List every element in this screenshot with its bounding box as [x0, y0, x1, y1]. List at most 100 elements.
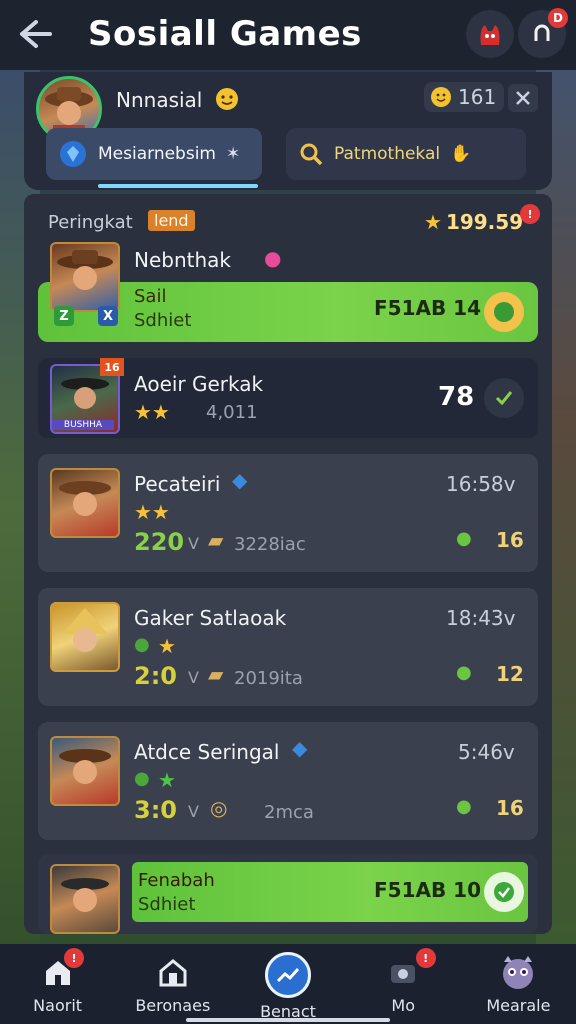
tab-mesiarnebsim[interactable]: Mesiarnebsim ✶: [46, 128, 262, 180]
player-points: 220: [134, 528, 185, 556]
bottom-navigation: ! Naorit Beronaes Benact ! Mo Mearale: [0, 944, 576, 1024]
leaderboard-row[interactable]: 16 BUSHHA Aoeir Gerkak ★★ 4,011 78: [38, 358, 538, 438]
match-count: 16: [496, 528, 524, 552]
nav-label: Mo: [391, 996, 415, 1015]
match-time: 18:43v: [446, 606, 516, 630]
rank-label: Peringkat: [48, 212, 133, 233]
avatar-corner-badge: 16: [100, 358, 124, 376]
coin-count-value: 161: [458, 85, 497, 109]
nav-item-naorit[interactable]: ! Naorit: [0, 944, 115, 1024]
player-tag: Sail: [134, 286, 167, 307]
hand-icon: ✋: [450, 144, 472, 164]
profile-name: Nnnasial: [116, 88, 203, 112]
blue-check-icon: ◆: [232, 468, 248, 492]
green-dot-icon: ●: [456, 796, 472, 817]
player-stars: ★: [158, 768, 176, 792]
player-rating: 4,011: [206, 402, 258, 423]
clover-button[interactable]: [484, 292, 524, 332]
monster-avatar-icon: [498, 952, 538, 992]
rank-tag: lend: [148, 210, 195, 231]
leaderboard-row[interactable]: Fenabah Sdhiet F51AB 10: [38, 854, 538, 934]
player-name: Pecateiri: [134, 472, 221, 496]
green-dot-icon: ●: [456, 662, 472, 683]
player-avatar: [50, 242, 120, 312]
tab-label: Patmothekal: [334, 144, 441, 164]
search-icon: [300, 143, 323, 166]
notification-badge: D: [548, 8, 568, 28]
refresh-button[interactable]: [484, 872, 524, 912]
player-avatar: [50, 602, 120, 672]
player-stars: ★: [158, 634, 176, 658]
green-dot-icon: ●: [456, 528, 472, 549]
tab-label: Mesiarnebsim: [98, 144, 216, 164]
nav-badge: !: [64, 948, 84, 968]
green-coin-icon: ●: [134, 634, 150, 655]
accept-button[interactable]: [484, 378, 524, 418]
score-badge: !: [520, 204, 540, 224]
nav-item-benact[interactable]: Benact: [230, 944, 345, 1024]
versus-label: V: [188, 802, 199, 821]
gold-star-icon: ★: [424, 210, 442, 234]
player-meta: 3228iac: [234, 534, 306, 555]
player-score: 78: [438, 382, 475, 412]
refresh-icon: [494, 882, 514, 902]
leaderboard-row[interactable]: Atdce Seringal ◆ ● ★ 3:0 V ◎ 2mca 5:46v …: [38, 722, 538, 840]
player-avatar: [50, 468, 120, 538]
player-subtag: Sdhiet: [138, 894, 196, 915]
player-name: Fenabah: [138, 870, 215, 891]
ticket-icon: ▰: [208, 528, 224, 552]
player-name: Aoeir Gerkak: [134, 372, 264, 396]
red-mascot-icon: [480, 25, 500, 45]
nav-label: Beronaes: [135, 996, 211, 1015]
top-bar: Sosiall Games D: [0, 0, 576, 70]
nav-badge: !: [415, 948, 436, 968]
leaderboard-row[interactable]: Z X Nebnthak ● Sail Sdhiet F51AB 14: [38, 238, 538, 342]
nav-item-beronaes[interactable]: Beronaes: [115, 944, 230, 1024]
player-name: Gaker Satlaoak: [134, 606, 287, 630]
match-count: 16: [496, 796, 524, 820]
back-arrow-icon[interactable]: [14, 16, 54, 52]
versus-label: V: [188, 668, 199, 687]
player-meta: 2019ita: [234, 668, 303, 689]
leaderboard-row[interactable]: Pecateiri ◆ ★★ 220 V ▰ 3228iac 16:58v ● …: [38, 454, 538, 572]
green-coin-icon: ●: [134, 768, 150, 789]
player-stars: ★★: [134, 500, 170, 524]
player-meta: 2mca: [264, 802, 314, 823]
tab-patmothekal[interactable]: Patmothekal ✋: [286, 128, 526, 180]
badge-x: X: [98, 306, 118, 326]
badge-z: Z: [54, 306, 74, 326]
nav-label: Mearale: [486, 996, 551, 1015]
blue-gem-icon: [60, 141, 86, 167]
active-tab-indicator: [98, 184, 258, 188]
match-time: 5:46v: [458, 740, 515, 764]
player-stars: ★★: [134, 400, 170, 424]
player-avatar: [50, 864, 120, 934]
match-time: 16:58v: [446, 472, 516, 496]
versus-label: V: [188, 534, 199, 553]
leaderboard-panel: Peringkat lend ★ 199.59 ! Z X Nebnthak ●…: [24, 194, 552, 934]
nav-item-mo[interactable]: ! Mo: [346, 944, 461, 1024]
player-score-label: F51AB 14: [374, 296, 482, 320]
blue-check-icon: ◆: [292, 736, 308, 760]
chart-icon: [265, 952, 311, 998]
ticket-icon: ▰: [208, 662, 224, 686]
nav-item-mearale[interactable]: Mearale: [461, 944, 576, 1024]
player-name: Atdce Seringal: [134, 740, 280, 764]
top-score-value: 199.59: [445, 210, 524, 234]
player-name: Nebnthak: [134, 248, 231, 272]
clover-icon: [494, 302, 514, 322]
player-points: 2:0: [134, 662, 177, 690]
check-x-icon: [495, 391, 513, 406]
close-icon: [516, 91, 530, 105]
store-icon: [153, 952, 193, 992]
player-score-label: F51AB 10: [374, 878, 482, 902]
avatar-caption: BUSHHA: [52, 420, 114, 430]
home-indicator[interactable]: [186, 1018, 390, 1022]
token-icon: ◎: [210, 796, 228, 820]
notifications-button[interactable]: D: [518, 8, 568, 58]
alert-button[interactable]: [466, 10, 514, 58]
leaderboard-row[interactable]: Gaker Satlaoak ● ★ 2:0 V ▰ 2019ita 18:43…: [38, 588, 538, 706]
coin-face-icon: [431, 87, 451, 107]
close-button[interactable]: [508, 84, 538, 112]
page-title: Sosiall Games: [88, 14, 362, 54]
